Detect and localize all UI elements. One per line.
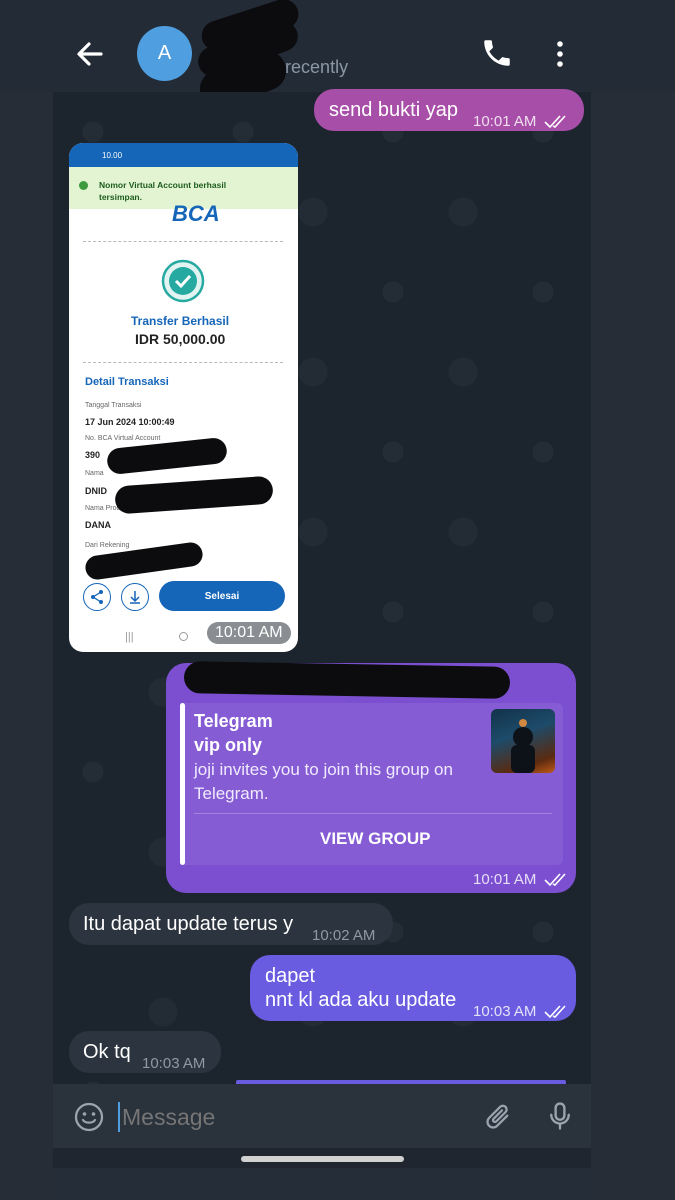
product-value: DANA: [85, 520, 111, 530]
avatar[interactable]: A: [137, 26, 192, 81]
message-text: Itu dapat update terus y: [83, 913, 294, 935]
emoji-icon[interactable]: [73, 1101, 105, 1133]
redaction-scribble: [183, 661, 511, 699]
date-value: 17 Jun 2024 10:00:49: [85, 417, 175, 427]
message-text-line: nnt kl ada aku update: [265, 989, 457, 1011]
success-check-icon: [161, 259, 205, 303]
va-label: No. BCA Virtual Account: [85, 435, 161, 442]
nav-recents-icon: |||: [125, 631, 134, 643]
message-timestamp: 10:02 AM: [312, 927, 376, 944]
share-button[interactable]: [83, 583, 111, 611]
redaction-scribble: [105, 436, 229, 476]
view-group-button[interactable]: VIEW GROUP: [320, 829, 431, 849]
double-check-icon: [543, 1005, 566, 1019]
outgoing-message[interactable]: send bukti yap 10:01 AM: [314, 89, 584, 131]
message-text: Ok tq: [83, 1041, 131, 1063]
message-time: 10:01 AM: [473, 871, 570, 888]
toast-check-icon: [79, 181, 88, 190]
name-label: Nama: [85, 470, 104, 477]
link-preview-subtitle: vip only: [194, 735, 263, 755]
link-preview-title: Telegram: [194, 711, 273, 731]
group-thumbnail: [491, 709, 555, 773]
divider: [83, 241, 283, 242]
back-arrow-icon[interactable]: [72, 36, 108, 72]
divider: [194, 813, 552, 814]
transfer-amount: IDR 50,000.00: [135, 331, 226, 347]
incoming-message[interactable]: Itu dapat update terus y 10:02 AM: [69, 903, 393, 945]
source-account-label: Dari Rekening: [85, 542, 130, 549]
receipt-status-bar: 10.00: [69, 143, 298, 167]
message-timestamp: 10:03 AM: [473, 1003, 537, 1020]
detail-heading: Detail Transaksi: [85, 376, 169, 388]
message-time: 10:03 AM: [473, 999, 570, 1024]
date-label: Tanggal Transaksi: [85, 402, 142, 409]
home-indicator[interactable]: [241, 1156, 404, 1162]
download-icon: [130, 591, 140, 604]
toast-text: Nomor Virtual Account berhasil tersimpan…: [99, 180, 227, 202]
link-preview-description: joji invites you to join this group on T…: [194, 760, 453, 803]
incoming-message[interactable]: Ok tq 10:03 AM: [69, 1031, 221, 1073]
finish-button[interactable]: Selesai: [159, 581, 285, 611]
va-value: 390: [85, 450, 101, 460]
outgoing-message[interactable]: dapet nnt kl ada aku update 10:03 AM: [250, 955, 576, 1021]
message-text-line: dapet: [265, 965, 316, 987]
transfer-title: Transfer Berhasil: [131, 314, 230, 328]
avatar-letter: A: [157, 42, 172, 64]
phone-icon[interactable]: [480, 36, 514, 70]
message-timestamp: 10:01 AM: [215, 624, 283, 641]
share-icon: [91, 590, 103, 604]
side-margin: [591, 92, 675, 1200]
redaction-scribble: [114, 475, 274, 515]
side-margin: [0, 92, 53, 1200]
bank-logo: BCA: [172, 201, 220, 226]
microphone-icon[interactable]: [545, 1100, 575, 1132]
double-check-icon: [543, 115, 566, 129]
download-button[interactable]: [121, 583, 149, 611]
receipt-image[interactable]: 10.00 Nomor Virtual Account berhasil ter…: [69, 143, 298, 652]
message-text: send bukti yap: [329, 99, 458, 121]
message-time: 10:01 AM: [473, 109, 570, 134]
message-timestamp: 10:01 AM: [473, 871, 537, 888]
name-value: DNID: [85, 486, 107, 496]
divider: [83, 362, 283, 363]
message-timestamp: 10:01 AM: [473, 113, 537, 130]
astronaut-image: [511, 719, 535, 773]
receipt-status-time: 10.00: [102, 151, 123, 160]
image-time-badge: 10:01 AM: [207, 622, 291, 644]
more-options-icon[interactable]: [548, 38, 572, 70]
double-check-icon: [543, 873, 566, 887]
nav-home-icon: [179, 632, 188, 641]
message-timestamp: 10:03 AM: [142, 1055, 206, 1072]
finish-button-label: Selesai: [204, 590, 240, 602]
link-preview-accent: [180, 703, 185, 865]
message-input[interactable]: [120, 1099, 464, 1135]
